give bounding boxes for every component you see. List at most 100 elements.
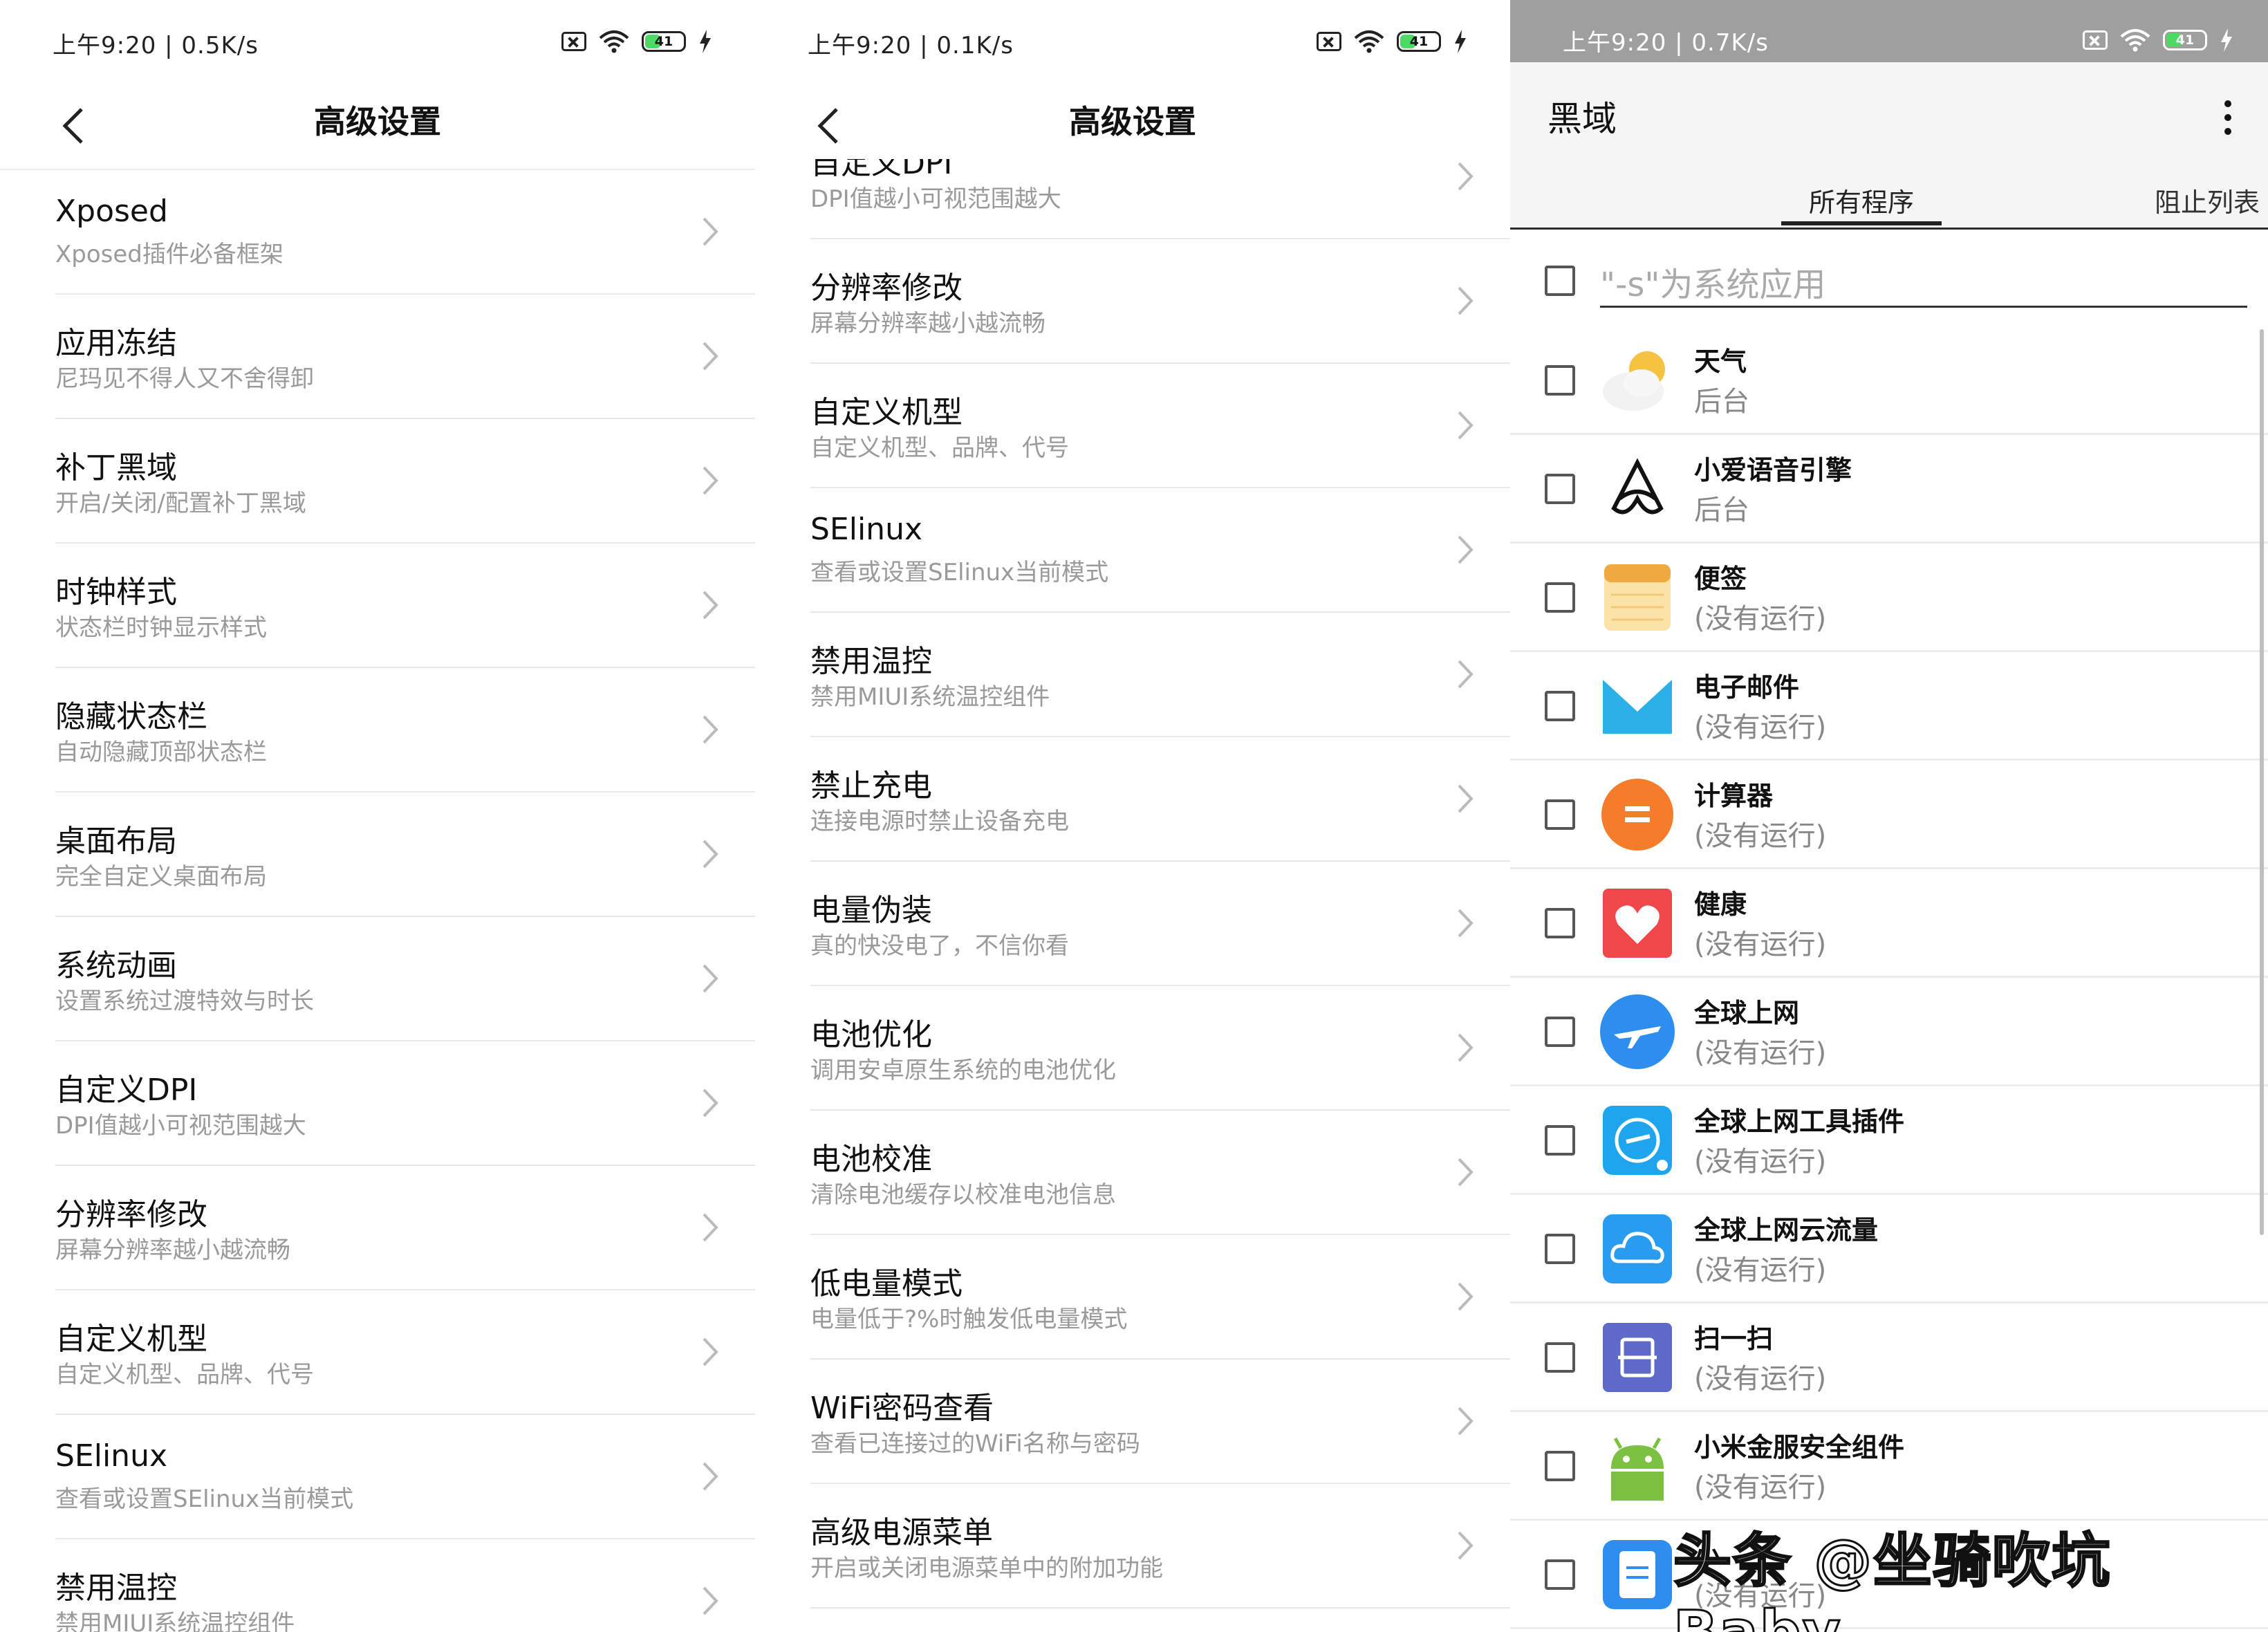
battery-icon: 41 bbox=[642, 31, 686, 52]
item-desc: 自定义机型、品牌、代号 bbox=[55, 1361, 314, 1389]
settings-item[interactable]: 电量伪装真的快没电了，不信你看 bbox=[810, 862, 1510, 986]
item-name: 高级电源菜单 bbox=[810, 1515, 993, 1550]
settings-item[interactable]: 应用冻结 尼玛见不得人又不舍得卸 bbox=[55, 295, 755, 419]
watermark-text: 头条 @坐骑吹坑Baby bbox=[1673, 1526, 2112, 1632]
app-row[interactable]: 天气 后台 bbox=[1510, 326, 2268, 435]
item-desc: 开启或关闭电源菜单中的附加功能 bbox=[810, 1555, 1163, 1582]
settings-item[interactable]: WiFi密码查看 查看已连接过的WiFi名称与密码 bbox=[810, 1360, 1510, 1484]
settings-item[interactable]: 电池校准 清除电池缓存以校准电池信息 bbox=[810, 1111, 1510, 1235]
app-row[interactable]: 电子邮件 (没有运行) bbox=[1510, 652, 2268, 761]
app-name: 健康 bbox=[1694, 889, 1747, 920]
settings-item[interactable]: 电池优化 调用安卓原生系统的电池优化 bbox=[810, 986, 1510, 1111]
settings-item[interactable]: SElinux 查看或设置SElinux当前模式 bbox=[55, 1415, 755, 1539]
chevron-right-icon bbox=[1458, 1407, 1474, 1436]
more-vert-icon[interactable] bbox=[2224, 100, 2232, 136]
tab-all-programs[interactable]: 所有程序 bbox=[1781, 181, 1942, 225]
item-desc: 完全自定义桌面布局 bbox=[55, 863, 267, 891]
settings-item[interactable]: 自定义机型 自定义机型、品牌、代号 bbox=[810, 364, 1510, 488]
item-desc: 自动隐藏顶部状态栏 bbox=[55, 739, 267, 766]
item-desc: 清除电池缓存以校准电池信息 bbox=[810, 1181, 1116, 1209]
status-time: 上午9:20 | 0.5K/s bbox=[53, 32, 259, 59]
item-desc: 电量低于?%时触发低电量模式 bbox=[810, 1306, 1128, 1333]
chevron-right-icon bbox=[1458, 1531, 1474, 1560]
item-name: 时钟样式 bbox=[55, 575, 177, 610]
settings-item[interactable]: 高级电源菜单开启或关闭电源菜单中的附加功能 bbox=[810, 1484, 1510, 1608]
settings-item[interactable]: 禁止充电 连接电源时禁止设备充电 bbox=[810, 737, 1510, 862]
app-checkbox[interactable] bbox=[1545, 1342, 1575, 1373]
settings-item[interactable]: 系统动画 设置系统过渡特效与时长 bbox=[55, 917, 755, 1041]
settings-item[interactable]: 分辨率修改 屏幕分辨率越小越流畅 bbox=[55, 1166, 755, 1290]
chevron-right-icon bbox=[1458, 909, 1474, 938]
filter-checkbox[interactable] bbox=[1545, 266, 1575, 296]
app-checkbox[interactable] bbox=[1545, 582, 1575, 613]
app-checkbox[interactable] bbox=[1545, 691, 1575, 721]
settings-item[interactable]: 桌面布局 完全自定义桌面布局 bbox=[55, 792, 755, 917]
app-list-screen: 上午9:20 | 0.7K/s 41 黑域 所有程序 阻止列表 "-s"为系统应… bbox=[1510, 0, 2268, 1632]
app-checkbox[interactable] bbox=[1545, 474, 1575, 504]
settings-item[interactable]: 时钟样式 状态栏时钟显示样式 bbox=[55, 544, 755, 668]
item-name: 系统动画 bbox=[55, 948, 177, 983]
item-name: 自定义机型 bbox=[55, 1322, 207, 1357]
app-checkbox[interactable] bbox=[1545, 1234, 1575, 1264]
settings-item[interactable]: 低电量模式 电量低于?%时触发低电量模式 bbox=[810, 1235, 1510, 1360]
app-checkbox[interactable] bbox=[1545, 908, 1575, 938]
app-row[interactable]: 小爱语音引擎 后台 bbox=[1510, 435, 2268, 544]
tab-block-list[interactable]: 阻止列表 bbox=[2155, 181, 2260, 219]
settings-item[interactable]: 分辨率修改 屏幕分辨率越小越流畅 bbox=[810, 239, 1510, 364]
app-row[interactable]: 小米金服安全组件 (没有运行) bbox=[1510, 1412, 2268, 1521]
chevron-right-icon bbox=[703, 715, 718, 744]
settings-item[interactable]: 自定义机型自定义机型、品牌、代号 bbox=[55, 1290, 755, 1415]
app-row[interactable]: 计算器 (没有运行) bbox=[1510, 761, 2268, 869]
settings-item[interactable]: 补丁黑域 开启/关闭/配置补丁黑域 bbox=[55, 419, 755, 544]
item-desc: 查看或设置SElinux当前模式 bbox=[810, 559, 1109, 586]
chevron-right-icon bbox=[1458, 1282, 1474, 1311]
top-bar: 高级设置 bbox=[755, 82, 1510, 159]
system-app-filter[interactable]: "-s"为系统应用 bbox=[1510, 239, 2268, 321]
chevron-right-icon bbox=[703, 591, 718, 620]
app-name: 电子邮件 bbox=[1694, 672, 1800, 703]
app-row[interactable]: 便签 (没有运行) bbox=[1510, 544, 2268, 652]
app-checkbox[interactable] bbox=[1545, 1451, 1575, 1481]
chevron-right-icon bbox=[703, 1586, 718, 1615]
app-checkbox[interactable] bbox=[1545, 365, 1575, 396]
charging-bolt-icon bbox=[1453, 30, 1467, 53]
app-state: (没有运行) bbox=[1694, 1472, 1827, 1503]
app-row[interactable]: 全球上网 (没有运行) bbox=[1510, 978, 2268, 1086]
settings-item[interactable]: 禁用温控 禁用MIUI系统温控组件 bbox=[810, 613, 1510, 737]
settings-item[interactable]: Xposed Xposed插件必备框架 bbox=[55, 170, 755, 295]
app-name: 计算器 bbox=[1694, 781, 1774, 811]
app-row[interactable]: 健康 (没有运行) bbox=[1510, 869, 2268, 978]
app-name: 全球上网 bbox=[1694, 998, 1800, 1028]
battery-icon: 41 bbox=[1397, 31, 1441, 52]
settings-item[interactable]: 自定义DPI DPI值越小可视范围越大 bbox=[55, 1041, 755, 1166]
cloud-icon bbox=[1603, 1214, 1672, 1283]
item-name: Xposed bbox=[55, 194, 168, 229]
chevron-right-icon bbox=[703, 1337, 718, 1366]
app-state: (没有运行) bbox=[1694, 603, 1827, 635]
settings-item[interactable]: 隐藏状态栏 自动隐藏顶部状态栏 bbox=[55, 668, 755, 792]
app-name: 全球上网工具插件 bbox=[1694, 1106, 1905, 1137]
app-row[interactable]: 扫一扫 (没有运行) bbox=[1510, 1304, 2268, 1412]
item-desc: 真的快没电了，不信你看 bbox=[810, 932, 1069, 960]
health-icon bbox=[1603, 889, 1672, 958]
app-checkbox[interactable] bbox=[1545, 1125, 1575, 1156]
app-row[interactable]: 全球上网工具插件 (没有运行) bbox=[1510, 1086, 2268, 1195]
settings-item[interactable]: SElinux 查看或设置SElinux当前模式 bbox=[810, 488, 1510, 613]
settings-list: 自定义DPI DPI值越小可视范围越大 分辨率修改 屏幕分辨率越小越流畅 自定义机型… bbox=[810, 115, 1510, 1608]
chevron-right-icon bbox=[703, 342, 718, 371]
settings-item[interactable]: 禁用温控 禁用MIUI系统温控组件 bbox=[55, 1539, 755, 1632]
app-checkbox[interactable] bbox=[1545, 1017, 1575, 1047]
scrollbar[interactable] bbox=[2260, 329, 2264, 1235]
app-name: 扫一扫 bbox=[1694, 1324, 1774, 1354]
notes-icon bbox=[1604, 564, 1671, 631]
app-state: (没有运行) bbox=[1694, 1254, 1827, 1286]
app-checkbox[interactable] bbox=[1545, 799, 1575, 830]
weather-icon bbox=[1603, 351, 1665, 411]
chevron-right-icon bbox=[703, 466, 718, 495]
app-row[interactable]: 全球上网云流量 (没有运行) bbox=[1510, 1195, 2268, 1304]
filter-label: "-s"为系统应用 bbox=[1600, 266, 1826, 304]
item-name: 电量伪装 bbox=[810, 893, 932, 928]
app-checkbox[interactable] bbox=[1545, 1559, 1575, 1590]
status-bar: 上午9:20 | 0.7K/s 41 bbox=[1510, 0, 2268, 62]
chevron-right-icon bbox=[703, 840, 718, 869]
